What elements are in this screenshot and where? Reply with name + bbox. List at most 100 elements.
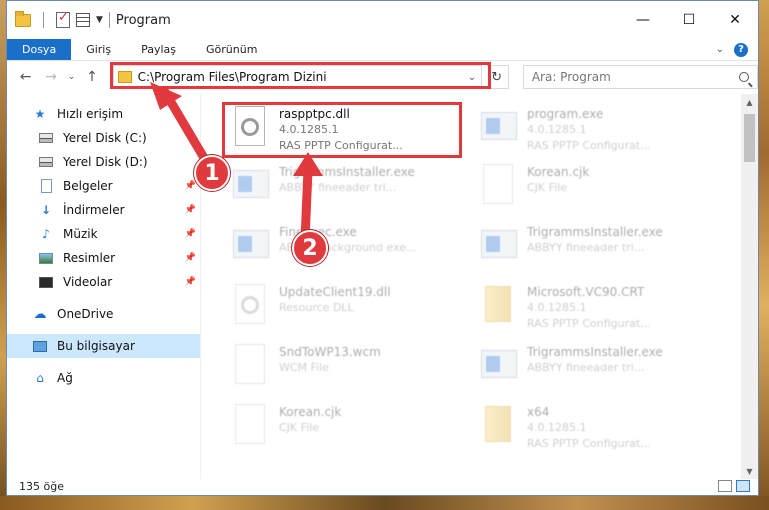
sidebar-item-this-pc[interactable]: Bu bilgisayar: [7, 334, 200, 358]
sidebar-item-local-disk-c[interactable]: Yerel Disk (C:): [7, 126, 200, 150]
file-detail: RAS PPTP Configurat...: [527, 437, 651, 450]
divider: [43, 12, 44, 28]
divider: [108, 12, 110, 28]
file-item[interactable]: x64 4.0.1285.1 RAS PPTP Configurat...: [477, 400, 717, 458]
music-icon: ♪: [42, 227, 50, 241]
file-item[interactable]: Korean.cjk CJK File: [477, 160, 717, 218]
file-icon: [479, 164, 517, 212]
details-view-icon[interactable]: [718, 480, 732, 492]
file-detail: RAS PPTP Configurat...: [527, 317, 651, 330]
pin-icon[interactable]: 📌: [185, 181, 196, 191]
pictures-icon: [39, 251, 53, 265]
file-name: TrigrammsInstaller.exe: [279, 165, 415, 179]
pin-icon[interactable]: 📌: [185, 205, 196, 215]
customize-toolbar-arrow-icon[interactable]: ▼: [96, 15, 103, 25]
sidebar-item-documents[interactable]: Belgeler 📌: [7, 174, 200, 198]
step-badge-1: 1: [194, 155, 230, 191]
back-button[interactable]: ←: [15, 66, 36, 88]
sidebar-item-label: Resimler: [63, 251, 116, 265]
file-detail: WCM File: [279, 361, 329, 374]
desktop-background: [0, 496, 769, 510]
file-item[interactable]: SndToWP13.wcm WCM File: [229, 340, 469, 398]
tab-home[interactable]: Giriş: [71, 39, 126, 60]
exe-icon: [479, 106, 517, 154]
up-button[interactable]: ↑: [81, 66, 102, 88]
file-name: program.exe: [527, 107, 604, 121]
file-item[interactable]: program.exe 4.0.1285.1 RAS PPTP Configur…: [477, 102, 717, 160]
forward-button[interactable]: →: [40, 66, 61, 88]
sidebar-item-downloads[interactable]: ↓ İndirmeler 📌: [7, 198, 200, 222]
new-folder-icon[interactable]: [76, 13, 90, 27]
sidebar-item-label: Müzik: [63, 227, 98, 241]
file-name: UpdateClient19.dll: [279, 285, 391, 299]
pin-icon[interactable]: 📌: [185, 229, 196, 239]
item-count: 135 öğe: [19, 479, 64, 493]
dll-gear-icon: [231, 284, 269, 332]
sidebar-item-label: Yerel Disk (C:): [63, 131, 147, 145]
app-icon: [231, 224, 269, 272]
recent-locations-chevron-icon[interactable]: ⌄: [66, 66, 78, 88]
sidebar-item-network[interactable]: ⌂ Ağ: [7, 366, 200, 390]
sidebar-item-local-disk-d[interactable]: Yerel Disk (D:): [7, 150, 200, 174]
file-item[interactable]: Microsoft.VC90.CRT 4.0.1285.1 RAS PPTP C…: [477, 280, 717, 338]
expand-ribbon-chevron-icon[interactable]: ⌄: [716, 44, 724, 55]
sidebar-item-onedrive[interactable]: ☁ OneDrive: [7, 302, 200, 326]
help-icon[interactable]: ?: [734, 42, 748, 57]
scroll-up-icon[interactable]: ▲: [741, 94, 758, 110]
sidebar-item-videos[interactable]: Videolar 📌: [7, 270, 200, 294]
pin-icon[interactable]: 📌: [185, 277, 196, 287]
quick-access-toolbar: ▼: [15, 10, 103, 28]
file-icon: [231, 404, 269, 452]
app-icon: [231, 164, 269, 212]
network-icon: ⌂: [36, 371, 44, 385]
sidebar-item-label: İndirmeler: [63, 203, 125, 217]
folder-zip-icon: [479, 284, 517, 332]
file-detail: RAS PPTP Configurat...: [527, 139, 651, 152]
sidebar-item-label: Yerel Disk (D:): [63, 155, 148, 169]
file-detail: Resource DLL: [279, 301, 354, 314]
sidebar-item-quick-access[interactable]: ★ Hızlı erişim: [7, 102, 200, 126]
large-icons-view-icon[interactable]: [736, 480, 750, 492]
search-input[interactable]: Ara: Program: [522, 65, 758, 89]
tab-share[interactable]: Paylaş: [126, 39, 191, 60]
ribbon: Dosya Giriş Paylaş Görünüm ⌄ ?: [7, 39, 758, 61]
videos-icon: [39, 275, 53, 289]
status-bar: 135 öğe: [7, 477, 758, 495]
maximize-button[interactable]: ☐: [666, 1, 712, 39]
sidebar-item-label: Bu bilgisayar: [57, 339, 135, 353]
step-badge-2: 2: [292, 230, 328, 266]
file-icon: [231, 344, 269, 392]
view-switcher: [718, 480, 758, 492]
folder-icon: [15, 10, 31, 27]
file-name: x64: [527, 405, 550, 419]
file-item[interactable]: FineExec.exe ABBYY background exe...: [229, 220, 469, 278]
sidebar-item-pictures[interactable]: Resimler 📌: [7, 246, 200, 270]
drive-icon: [39, 131, 53, 145]
properties-check-icon[interactable]: [56, 10, 70, 28]
download-icon: ↓: [40, 203, 52, 217]
close-button[interactable]: ✕: [712, 1, 758, 39]
window-title: Program: [115, 12, 171, 28]
file-detail: ABBYY fineeader tri...: [527, 361, 645, 374]
tab-view[interactable]: Görünüm: [191, 39, 272, 60]
sidebar-item-label: OneDrive: [57, 307, 114, 321]
sidebar-item-label: Belgeler: [63, 179, 113, 193]
minimize-button[interactable]: —: [620, 1, 666, 39]
computer-icon: [33, 339, 47, 353]
file-name: Korean.cjk: [279, 405, 342, 419]
file-item[interactable]: UpdateClient19.dll Resource DLL: [229, 280, 469, 338]
file-item[interactable]: TrigrammsInstaller.exe ABBYY fineeader t…: [229, 160, 469, 218]
vertical-scrollbar[interactable]: ▲ ▼: [741, 94, 758, 479]
app-icon: [479, 344, 517, 392]
pin-icon[interactable]: 📌: [185, 253, 196, 263]
file-item[interactable]: Korean.cjk CJK File: [229, 400, 469, 458]
file-item[interactable]: TrigrammsInstaller.exe ABBYY fineeader t…: [477, 220, 717, 278]
sidebar-item-music[interactable]: ♪ Müzik 📌: [7, 222, 200, 246]
scrollbar-thumb[interactable]: [744, 114, 755, 162]
sidebar-item-label: Hızlı erişim: [57, 107, 124, 121]
address-highlight-box: [110, 62, 491, 89]
file-name: TrigrammsInstaller.exe: [527, 225, 663, 239]
tab-file[interactable]: Dosya: [7, 39, 72, 60]
file-item[interactable]: TrigrammsInstaller.exe ABBYY fineeader t…: [477, 340, 717, 398]
